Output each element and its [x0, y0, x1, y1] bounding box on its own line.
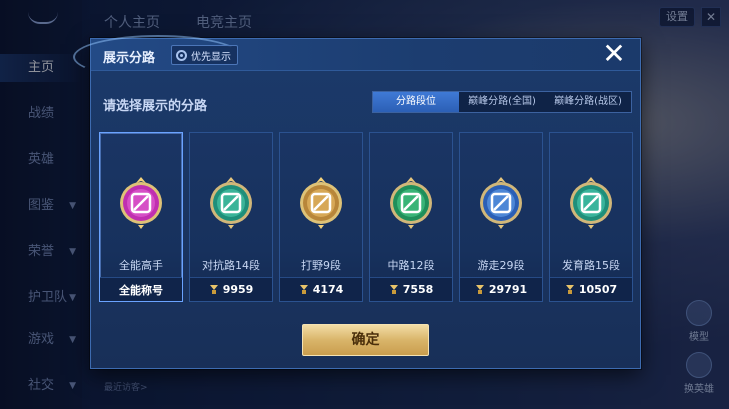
lane-card-name: 游走29段: [477, 259, 525, 272]
lane-card[interactable]: 对抗路14段 9959: [189, 132, 273, 302]
rank-points-icon: [389, 284, 399, 295]
lane-display-dialog: 展示分路 优先显示 ✕ 请选择展示的分路 分路段位 巅峰分路(全国) 巅峰分路(…: [73, 35, 641, 369]
priority-label: 优先显示: [191, 51, 231, 63]
tab-peak-lane-region[interactable]: 巅峰分路(战区): [545, 92, 631, 112]
lane-card-name: 对抗路14段: [202, 259, 260, 272]
dialog-title: 展示分路: [103, 51, 156, 66]
lane-card[interactable]: 中路12段 7558: [369, 132, 453, 302]
lane-card-footer: 4174: [280, 277, 362, 301]
clash-lane-badge-icon: [210, 177, 252, 229]
lane-card-value: 4174: [312, 283, 344, 296]
confirm-button[interactable]: 确定: [302, 324, 429, 356]
close-icon[interactable]: ✕: [600, 40, 628, 69]
lane-card[interactable]: 打野9段 4174: [279, 132, 363, 302]
lane-card-value: 10507: [578, 283, 618, 296]
roam-badge-icon: [480, 177, 522, 229]
rank-points-icon: [209, 284, 219, 295]
dialog-header: 展示分路 优先显示 ✕: [73, 35, 640, 79]
lane-card-value: 29791: [488, 283, 528, 296]
lane-card-name: 中路12段: [387, 259, 435, 272]
lane-card-name: 全能高手: [119, 259, 163, 272]
gear-icon: [176, 49, 187, 61]
dialog-subtitle: 请选择展示的分路: [103, 99, 208, 114]
jungle-badge-icon: [300, 177, 342, 229]
tab-lane-rank[interactable]: 分路段位: [373, 92, 459, 112]
lane-card[interactable]: 全能高手 全能称号: [99, 132, 183, 302]
allround-badge-icon: [120, 177, 162, 229]
farm-lane-badge-icon: [570, 177, 612, 229]
rank-points-icon: [475, 284, 485, 295]
lane-card[interactable]: 游走29段 29791: [459, 132, 543, 302]
mid-lane-badge-icon: [390, 177, 432, 229]
lane-card-list: 全能高手 全能称号 对抗路14段 9959 打野9段 4174 中路12段 7558 游走29段…: [99, 132, 633, 302]
lane-card-value: 7558: [402, 283, 434, 296]
lane-card-name: 发育路15段: [562, 259, 620, 272]
lane-card-footer: 10507: [550, 277, 632, 301]
rank-points-icon: [299, 284, 309, 295]
lane-card-footer: 7558: [370, 277, 452, 301]
lane-card-footer: 9959: [190, 277, 272, 301]
segmented-tabs: 分路段位 巅峰分路(全国) 巅峰分路(战区): [372, 91, 632, 113]
lane-card-value: 9959: [222, 283, 254, 296]
lane-card-value: 全能称号: [119, 283, 163, 297]
lane-card-footer: 全能称号: [100, 277, 182, 301]
lane-card[interactable]: 发育路15段 10507: [549, 132, 633, 302]
priority-display-button[interactable]: 优先显示: [171, 45, 238, 65]
tab-peak-lane-national[interactable]: 巅峰分路(全国): [459, 92, 545, 112]
lane-card-name: 打野9段: [301, 259, 341, 272]
lane-card-footer: 29791: [460, 277, 542, 301]
rank-points-icon: [565, 284, 575, 295]
